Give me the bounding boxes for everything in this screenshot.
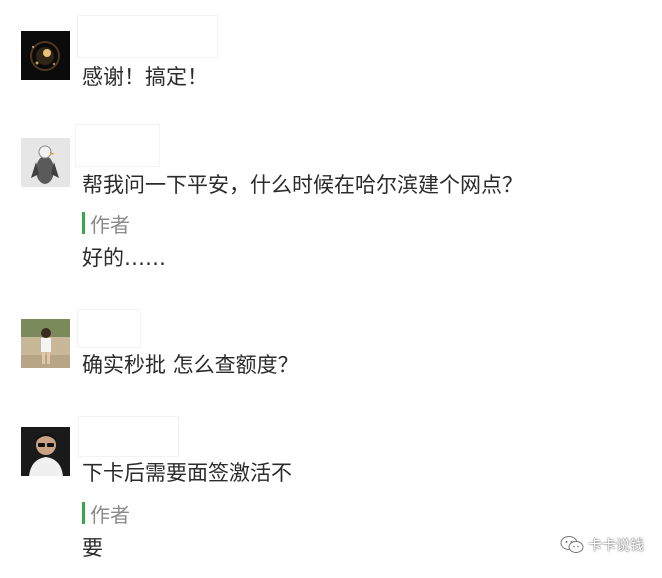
eagle-avatar-icon <box>21 138 70 187</box>
author-label-text: 作者 <box>90 502 130 527</box>
sunglasses-man-avatar-icon <box>21 427 70 476</box>
author-reply-label: 作者 <box>82 501 130 527</box>
avatar[interactable] <box>21 31 70 80</box>
avatar[interactable] <box>21 319 70 368</box>
commenter-name-redacted <box>78 310 140 347</box>
commenter-name-redacted <box>79 417 178 456</box>
commenter-name-redacted <box>78 16 217 57</box>
avatar[interactable] <box>21 138 70 187</box>
watermark: 卡卡说钱 <box>560 535 644 555</box>
wechat-icon <box>560 536 584 553</box>
comment-text: 帮我问一下平安，什么时候在哈尔滨建个网点？ <box>82 173 523 197</box>
commenter-name-redacted <box>76 125 159 166</box>
comment-text: 确实秒批 怎么查额度？ <box>82 353 299 377</box>
author-reply-label: 作者 <box>82 211 130 237</box>
watermark-text: 卡卡说钱 <box>588 538 644 554</box>
outdoor-person-avatar-icon <box>21 319 70 368</box>
comment-text: 感谢！搞定！ <box>82 65 208 89</box>
author-reply-bar <box>82 502 85 524</box>
author-reply-bar <box>82 212 85 234</box>
avatar[interactable] <box>21 427 70 476</box>
author-reply-text: 好的…… <box>82 246 166 270</box>
comment-text: 下卡后需要面签激活不 <box>82 461 292 485</box>
author-reply-text: 要 <box>82 536 103 560</box>
dark-sparkle-avatar-icon <box>21 31 70 80</box>
author-label-text: 作者 <box>90 212 130 237</box>
